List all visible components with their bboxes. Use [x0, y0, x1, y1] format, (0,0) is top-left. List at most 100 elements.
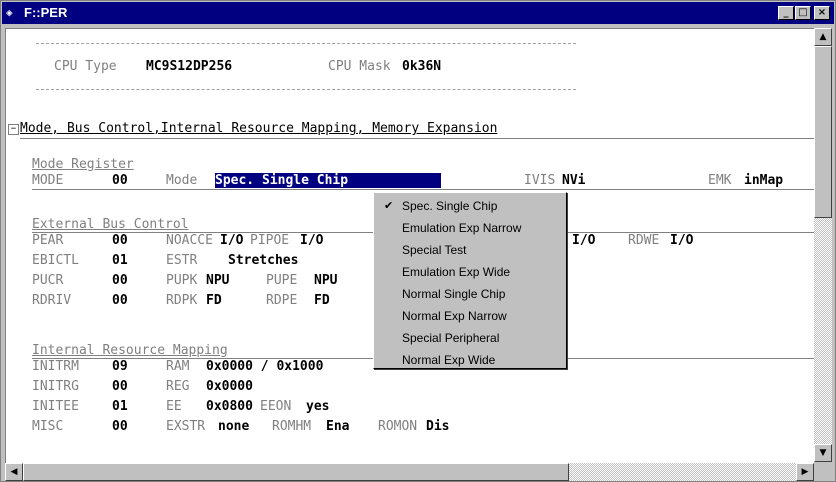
register-value-initee[interactable]: 01 — [112, 399, 128, 414]
register-value-mode[interactable]: 00 — [112, 173, 128, 188]
menu-item-normal-exp-wide[interactable]: Normal Exp Wide — [374, 349, 564, 371]
menu-item-label: Normal Exp Narrow — [402, 309, 507, 323]
field-label-pipoe: PIPOE — [250, 233, 290, 248]
close-button[interactable]: × — [814, 6, 830, 20]
field-value-emk[interactable]: inMap — [744, 173, 783, 188]
menu-item-label: Special Peripheral — [402, 331, 500, 345]
section-title[interactable]: Mode, Bus Control,Internal Resource Mapp… — [20, 121, 497, 136]
menu-item-special-test[interactable]: Special Test — [374, 239, 564, 261]
field-label-estr: ESTR — [166, 253, 198, 268]
window-title: F::PER — [24, 5, 68, 20]
menu-item-label: Emulation Exp Narrow — [402, 221, 522, 235]
section-collapse-icon[interactable]: − — [8, 124, 19, 135]
menu-item-normal-single-chip[interactable]: Normal Single Chip — [374, 283, 564, 305]
field-label-noacce: NOACCE — [166, 233, 213, 248]
field-label-rdpk: RDPK — [166, 293, 198, 308]
register-name-pucr: PUCR — [32, 273, 64, 288]
per-window: ◈ F::PER _ □ × CPU Type MC9S12DP256 CPU … — [0, 0, 836, 482]
register-value-initrm[interactable]: 09 — [112, 359, 128, 374]
field-value-romhm[interactable]: Ena — [326, 419, 349, 434]
register-name-initee: INITEE — [32, 399, 79, 414]
menu-item-normal-exp-narrow[interactable]: Normal Exp Narrow — [374, 305, 564, 327]
section-rule — [20, 138, 814, 139]
menu-item-label: Special Test — [402, 243, 467, 257]
horizontal-scrollbar[interactable]: ◀ ▶ — [5, 463, 814, 481]
field-value-hidden-pear[interactable]: I/O — [572, 233, 595, 248]
menu-item-emulation-exp-wide[interactable]: Emulation Exp Wide — [374, 261, 564, 283]
menu-item-spec-single-chip[interactable]: ✔ Spec. Single Chip — [374, 195, 564, 217]
title-bar[interactable]: ◈ F::PER _ □ × — [2, 2, 834, 24]
register-name-ebictl: EBICTL — [32, 253, 79, 268]
group-title-external-bus: External Bus Control — [32, 217, 189, 232]
vertical-scroll-thumb[interactable] — [814, 46, 832, 218]
menu-item-label: Normal Exp Wide — [402, 353, 496, 367]
register-value-pucr[interactable]: 00 — [112, 273, 128, 288]
scroll-right-icon[interactable]: ▶ — [796, 463, 814, 481]
field-label-pupk: PUPK — [166, 273, 198, 288]
field-value-pipoe[interactable]: I/O — [300, 233, 323, 248]
field-label-eeon: EEON — [260, 399, 292, 414]
minimize-button[interactable]: _ — [778, 6, 794, 20]
register-value-rdriv[interactable]: 00 — [112, 293, 128, 308]
field-value-exstr[interactable]: none — [218, 419, 249, 434]
cpu-mask-label: CPU Mask — [328, 59, 391, 74]
field-label-romon: ROMON — [378, 419, 418, 434]
register-name-initrg: INITRG — [32, 379, 79, 394]
field-value-ivis[interactable]: NVi — [562, 173, 585, 188]
field-label-reg: REG — [166, 379, 190, 394]
field-value-reg[interactable]: 0x0000 — [206, 379, 253, 394]
menu-item-label: Emulation Exp Wide — [402, 265, 511, 279]
field-value-romon[interactable]: Dis — [426, 419, 449, 434]
field-value-rdwe[interactable]: I/O — [670, 233, 693, 248]
scrollbar-corner — [814, 463, 832, 481]
divider-bottom — [36, 89, 576, 90]
scroll-up-icon[interactable]: ▲ — [814, 28, 832, 46]
register-value-pear[interactable]: 00 — [112, 233, 128, 248]
cpu-type-value: MC9S12DP256 — [146, 59, 233, 74]
group-title-internal-mapping: Internal Resource Mapping — [32, 343, 228, 358]
field-label-ivis: IVIS — [524, 173, 556, 188]
field-label-ee: EE — [166, 399, 182, 414]
cpu-mask-value: 0k36N — [402, 59, 442, 74]
field-value-noacce[interactable]: I/O — [220, 233, 243, 248]
scroll-down-icon[interactable]: ▼ — [814, 444, 832, 462]
checkmark-icon: ✔ — [384, 200, 394, 212]
field-label-rdpe: RDPE — [266, 293, 298, 308]
horizontal-scroll-thumb[interactable] — [23, 463, 569, 481]
divider-top — [36, 43, 576, 44]
register-name-mode: MODE — [32, 173, 64, 188]
field-value-rdpe[interactable]: FD — [314, 293, 330, 308]
field-label-ram: RAM — [166, 359, 190, 374]
field-label-exstr: EXSTR — [166, 419, 206, 434]
field-label-mode: Mode — [166, 173, 198, 188]
register-name-misc: MISC — [32, 419, 64, 434]
field-label-pupe: PUPE — [266, 273, 298, 288]
field-value-pupe[interactable]: NPU — [314, 273, 337, 288]
menu-item-special-peripheral[interactable]: Special Peripheral — [374, 327, 564, 349]
vertical-scrollbar[interactable]: ▲ ▼ — [814, 28, 832, 462]
app-icon: ◈ — [6, 6, 13, 19]
register-value-misc[interactable]: 00 — [112, 419, 128, 434]
register-name-rdriv: RDRIV — [32, 293, 72, 308]
register-name-pear: PEAR — [32, 233, 64, 248]
scroll-left-icon[interactable]: ◀ — [5, 463, 23, 481]
register-value-initrg[interactable]: 00 — [112, 379, 128, 394]
menu-item-label: Normal Single Chip — [402, 287, 506, 301]
register-value-ebictl[interactable]: 01 — [112, 253, 128, 268]
field-label-emk: EMK — [708, 173, 732, 188]
field-value-pupk[interactable]: NPU — [206, 273, 229, 288]
field-label-romhm: ROMHM — [272, 419, 312, 434]
cpu-type-label: CPU Type — [54, 59, 117, 74]
mode-popup-menu: ✔ Spec. Single Chip Emulation Exp Narrow… — [373, 192, 567, 369]
register-name-initrm: INITRM — [32, 359, 79, 374]
maximize-button[interactable]: □ — [795, 6, 811, 20]
mode-value-selected[interactable]: Spec. Single Chip — [215, 173, 441, 188]
menu-item-label: Spec. Single Chip — [402, 199, 498, 213]
field-value-rdpk[interactable]: FD — [206, 293, 222, 308]
menu-item-emulation-exp-narrow[interactable]: Emulation Exp Narrow — [374, 217, 564, 239]
field-value-ee[interactable]: 0x0800 — [206, 399, 253, 414]
group-title-mode-register: Mode Register — [32, 157, 134, 172]
field-value-eeon[interactable]: yes — [306, 399, 329, 414]
field-value-estr[interactable]: Stretches — [228, 253, 298, 268]
field-value-ram[interactable]: 0x0000 / 0x1000 — [206, 359, 323, 374]
